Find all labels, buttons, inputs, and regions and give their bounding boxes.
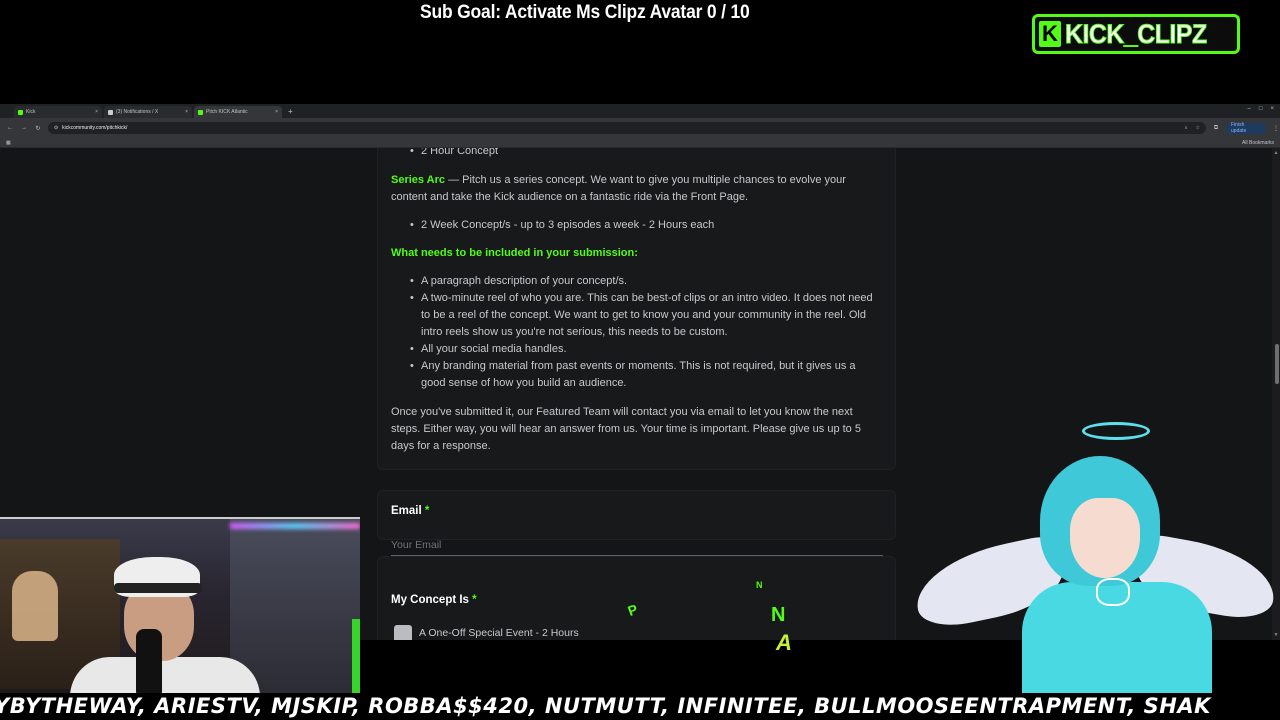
scrollbar-thumb[interactable] — [1275, 344, 1279, 384]
maximize-icon[interactable]: □ — [1259, 106, 1263, 112]
series-arc-text: — Pitch us a series concept. We want to … — [391, 174, 846, 203]
avatar-bow — [1096, 578, 1130, 606]
concept-label: My Concept Is * — [391, 594, 477, 606]
floating-letter: N — [771, 604, 786, 626]
kick-icon — [18, 109, 23, 115]
browser-toolbar: ← → ↻ ⊙ kickcommunity.com/pitchkick/ ⌕ ☆… — [0, 118, 1280, 138]
list-item: 2 Hour Concept — [391, 148, 881, 160]
one-off-checkbox[interactable] — [394, 625, 412, 640]
list-item: Any branding material from past events o… — [391, 358, 881, 392]
list-item: All your social media handles. — [391, 341, 881, 358]
kick-icon — [198, 109, 203, 115]
x-icon — [108, 109, 113, 115]
bookmarks-bar: ▦ All Bookmarks — [0, 138, 1280, 148]
bookmark-star-icon[interactable]: ☆ — [1196, 125, 1200, 131]
sub-goal-banner: Sub Goal: Activate Ms Clipz Avatar 0 / 1… — [420, 2, 750, 23]
series-arc-paragraph: Series Arc — Pitch us a series concept. … — [391, 172, 881, 206]
email-label: Email * — [391, 505, 429, 517]
list-item: A paragraph description of your concept/… — [391, 273, 881, 290]
required-mark: * — [472, 594, 477, 606]
kick-logo-icon: K — [1039, 21, 1061, 47]
submission-heading: What needs to be included in your submis… — [391, 247, 638, 259]
stream-frame: Sub Goal: Activate Ms Clipz Avatar 0 / 1… — [0, 0, 1280, 720]
vtuber-avatar — [908, 418, 1280, 693]
floating-letter: N — [756, 580, 763, 590]
led-strip — [230, 523, 360, 529]
series-list: 2 Week Concept/s - up to 3 episodes a we… — [391, 217, 881, 234]
close-icon[interactable]: × — [185, 109, 188, 115]
tab-notifications[interactable]: (3) Notifications / X × — [104, 106, 192, 118]
one-off-label: A One-Off Special Event - 2 Hours — [419, 627, 579, 639]
ticker-text: YBYTHEWAY, ARIESTV, MJSKIP, ROBBA$$420, … — [0, 694, 1211, 718]
chef-figurine — [12, 571, 58, 641]
minimize-icon[interactable]: – — [1248, 106, 1251, 112]
new-tab-button[interactable]: + — [288, 106, 293, 118]
email-label-text: Email — [391, 505, 422, 517]
required-mark: * — [424, 505, 430, 517]
cap-brim — [114, 583, 202, 593]
reload-icon[interactable]: ↻ — [34, 125, 42, 132]
floating-letter: A — [776, 630, 792, 655]
concept-list: 2 Hour Concept — [391, 148, 881, 160]
list-item: 2 Week Concept/s - up to 3 episodes a we… — [391, 217, 881, 234]
list-item: A two-minute reel of who you are. This c… — [391, 290, 881, 341]
extensions-icon[interactable]: ⧉ — [1212, 125, 1220, 132]
apps-icon[interactable]: ▦ — [6, 140, 11, 146]
tab-label: Kick — [26, 109, 36, 115]
forward-icon[interactable]: → — [20, 125, 28, 131]
tab-bar: Kick × (3) Notifications / X × Pitch KIC… — [0, 104, 1280, 118]
submission-list: A paragraph description of your concept/… — [391, 273, 881, 392]
all-bookmarks[interactable]: All Bookmarks — [1242, 140, 1274, 146]
back-wall — [230, 519, 360, 693]
streamer-shirt — [70, 657, 260, 693]
logo-text: KICK_CLIPZ — [1065, 18, 1208, 49]
address-bar[interactable]: ⊙ kickcommunity.com/pitchkick/ ⌕ ☆ — [47, 122, 1207, 134]
scroll-up-icon[interactable]: ▲ — [1273, 150, 1279, 156]
kick-clipz-logo: K KICK_CLIPZ — [1032, 14, 1240, 54]
sub-ticker: YBYTHEWAY, ARIESTV, MJSKIP, ROBBA$$420, … — [0, 693, 1280, 720]
window-controls: – □ × — [1248, 106, 1274, 112]
tab-label: Pitch KICK Atlantic — [206, 109, 248, 115]
webcam-feed — [0, 517, 360, 693]
close-icon[interactable]: × — [275, 109, 278, 115]
email-field[interactable] — [391, 534, 883, 556]
tab-kick[interactable]: Kick × — [14, 106, 102, 118]
tab-label: (3) Notifications / X — [116, 109, 159, 115]
tab-pitch-kick[interactable]: Pitch KICK Atlantic × — [194, 106, 282, 118]
series-arc-title: Series Arc — [391, 174, 446, 186]
close-icon[interactable]: × — [95, 109, 98, 115]
microphone — [136, 629, 162, 693]
site-info-icon[interactable]: ⊙ — [54, 125, 58, 131]
back-icon[interactable]: ← — [6, 125, 14, 131]
url-text: kickcommunity.com/pitchkick/ — [62, 125, 128, 131]
finish-update-button[interactable]: Finish update — [1226, 122, 1266, 134]
email-card — [377, 490, 896, 540]
menu-icon[interactable]: ⋮ — [1272, 125, 1280, 132]
green-light — [352, 619, 360, 693]
zoom-icon[interactable]: ⌕ — [1185, 125, 1188, 131]
avatar-face — [1070, 498, 1140, 578]
concept-label-text: My Concept Is — [391, 594, 469, 606]
halo — [1082, 422, 1150, 440]
closing-paragraph: Once you've submitted it, our Featured T… — [391, 406, 861, 452]
close-window-icon[interactable]: × — [1270, 106, 1274, 112]
